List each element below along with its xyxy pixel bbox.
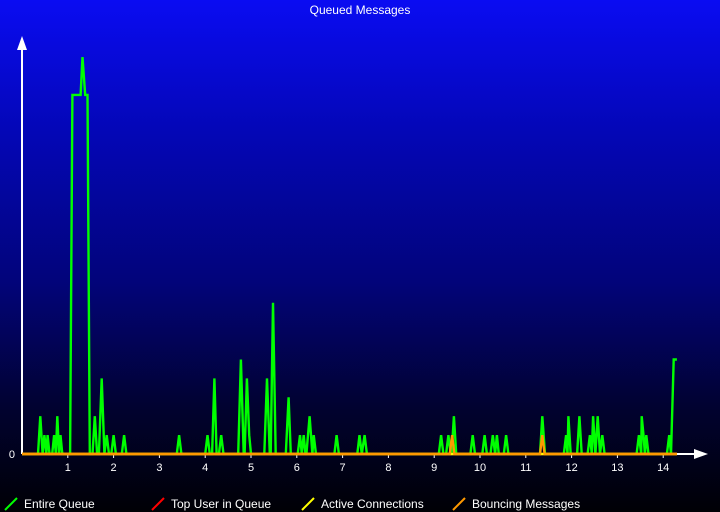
legend-swatch-icon [301,497,315,511]
legend: Entire Queue Top User in Queue Active Co… [0,496,720,512]
series-line-entire-queue [22,57,677,456]
legend-label: Active Connections [321,497,424,511]
legend-item-active-connections: Active Connections [301,496,424,512]
x-tick-label: 9 [431,462,437,474]
legend-item-bouncing-messages: Bouncing Messages [452,496,580,512]
x-tick-label: 7 [340,462,346,474]
legend-label: Top User in Queue [171,497,272,511]
x-tick-label: 14 [657,462,669,474]
legend-swatch-icon [4,497,18,511]
x-tick-label: 13 [611,462,623,474]
legend-swatch-icon [151,497,165,511]
x-tick-label: 4 [202,462,208,474]
legend-label: Entire Queue [24,497,95,511]
x-tick-label: 5 [248,462,254,474]
x-tick-label: 12 [565,462,577,474]
series-layer [22,57,677,456]
y-tick-label: 0 [9,449,15,461]
y-axis-arrow-icon [17,36,27,50]
x-tick-label: 2 [111,462,117,474]
legend-label: Bouncing Messages [472,497,581,511]
x-tick-label: 3 [156,462,162,474]
chart-window: Queued Messages 1 2 3 4 5 6 7 8 9 10 11 12 13 14 0 Ent… [0,0,720,512]
x-tick-label: 6 [294,462,300,474]
legend-item-entire-queue: Entire Queue [4,496,95,512]
x-tick-label: 11 [520,462,531,474]
line-chart: 1 2 3 4 5 6 7 8 9 10 11 12 13 140 [9,36,708,474]
axes [17,36,708,459]
x-axis-arrow-icon [694,449,708,459]
legend-item-top-user-in-queue: Top User in Queue [151,496,271,512]
x-tick-label: 8 [385,462,391,474]
legend-swatch-icon [452,497,466,511]
x-tick-label: 1 [65,462,71,474]
x-tick-label: 10 [474,462,486,474]
